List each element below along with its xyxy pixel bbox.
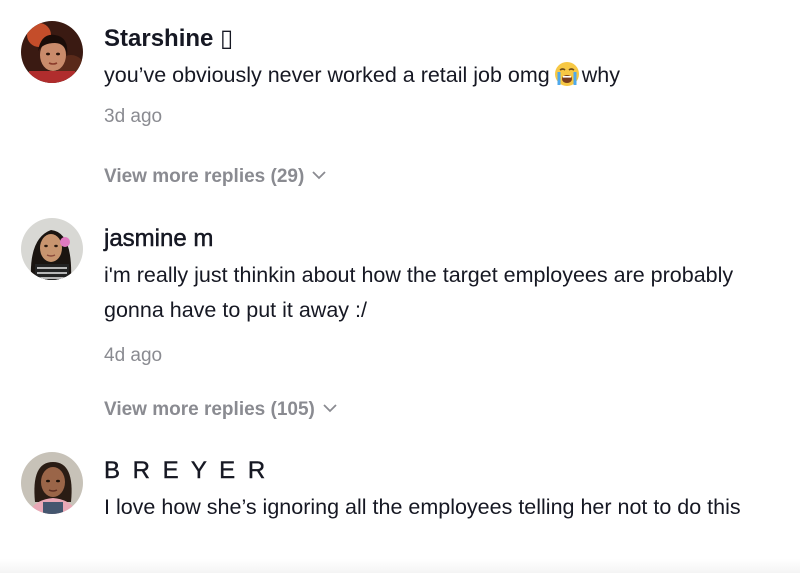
- comment-text-part: why: [581, 63, 620, 87]
- comment-username[interactable]: B R E Y E R: [104, 456, 780, 486]
- user-avatar-image: [21, 21, 83, 83]
- avatar[interactable]: [21, 218, 83, 280]
- chevron-down-icon: [312, 171, 326, 180]
- view-more-replies-label: View more replies (105): [104, 399, 315, 420]
- comment-text-part: you’ve obviously never worked a retail j…: [104, 63, 550, 87]
- view-more-replies-label: View more replies (29): [104, 166, 305, 187]
- chevron-down-icon: [323, 404, 337, 413]
- comment-text: you’ve obviously never worked a retail j…: [104, 58, 780, 93]
- comment-username[interactable]: jasmine m: [104, 224, 780, 254]
- view-more-replies-button[interactable]: View more replies (105): [104, 398, 337, 422]
- comment-timestamp: 4d ago: [104, 345, 163, 366]
- avatar[interactable]: [21, 21, 83, 83]
- avatar[interactable]: [21, 452, 83, 514]
- loudly-crying-face-emoji-icon: [554, 62, 579, 86]
- comment-text: I love how she’s ignoring all the employ…: [104, 495, 741, 519]
- comment-timestamp: 3d ago: [104, 106, 163, 127]
- comment-text: i'm really just thinkin about how the ta…: [104, 263, 734, 322]
- comment-username[interactable]: Starshine ▯: [104, 24, 780, 54]
- user-avatar-image: [21, 452, 83, 514]
- bottom-fade: [0, 559, 800, 573]
- user-avatar-image: [21, 218, 83, 280]
- view-more-replies-button[interactable]: View more replies (29): [104, 165, 326, 189]
